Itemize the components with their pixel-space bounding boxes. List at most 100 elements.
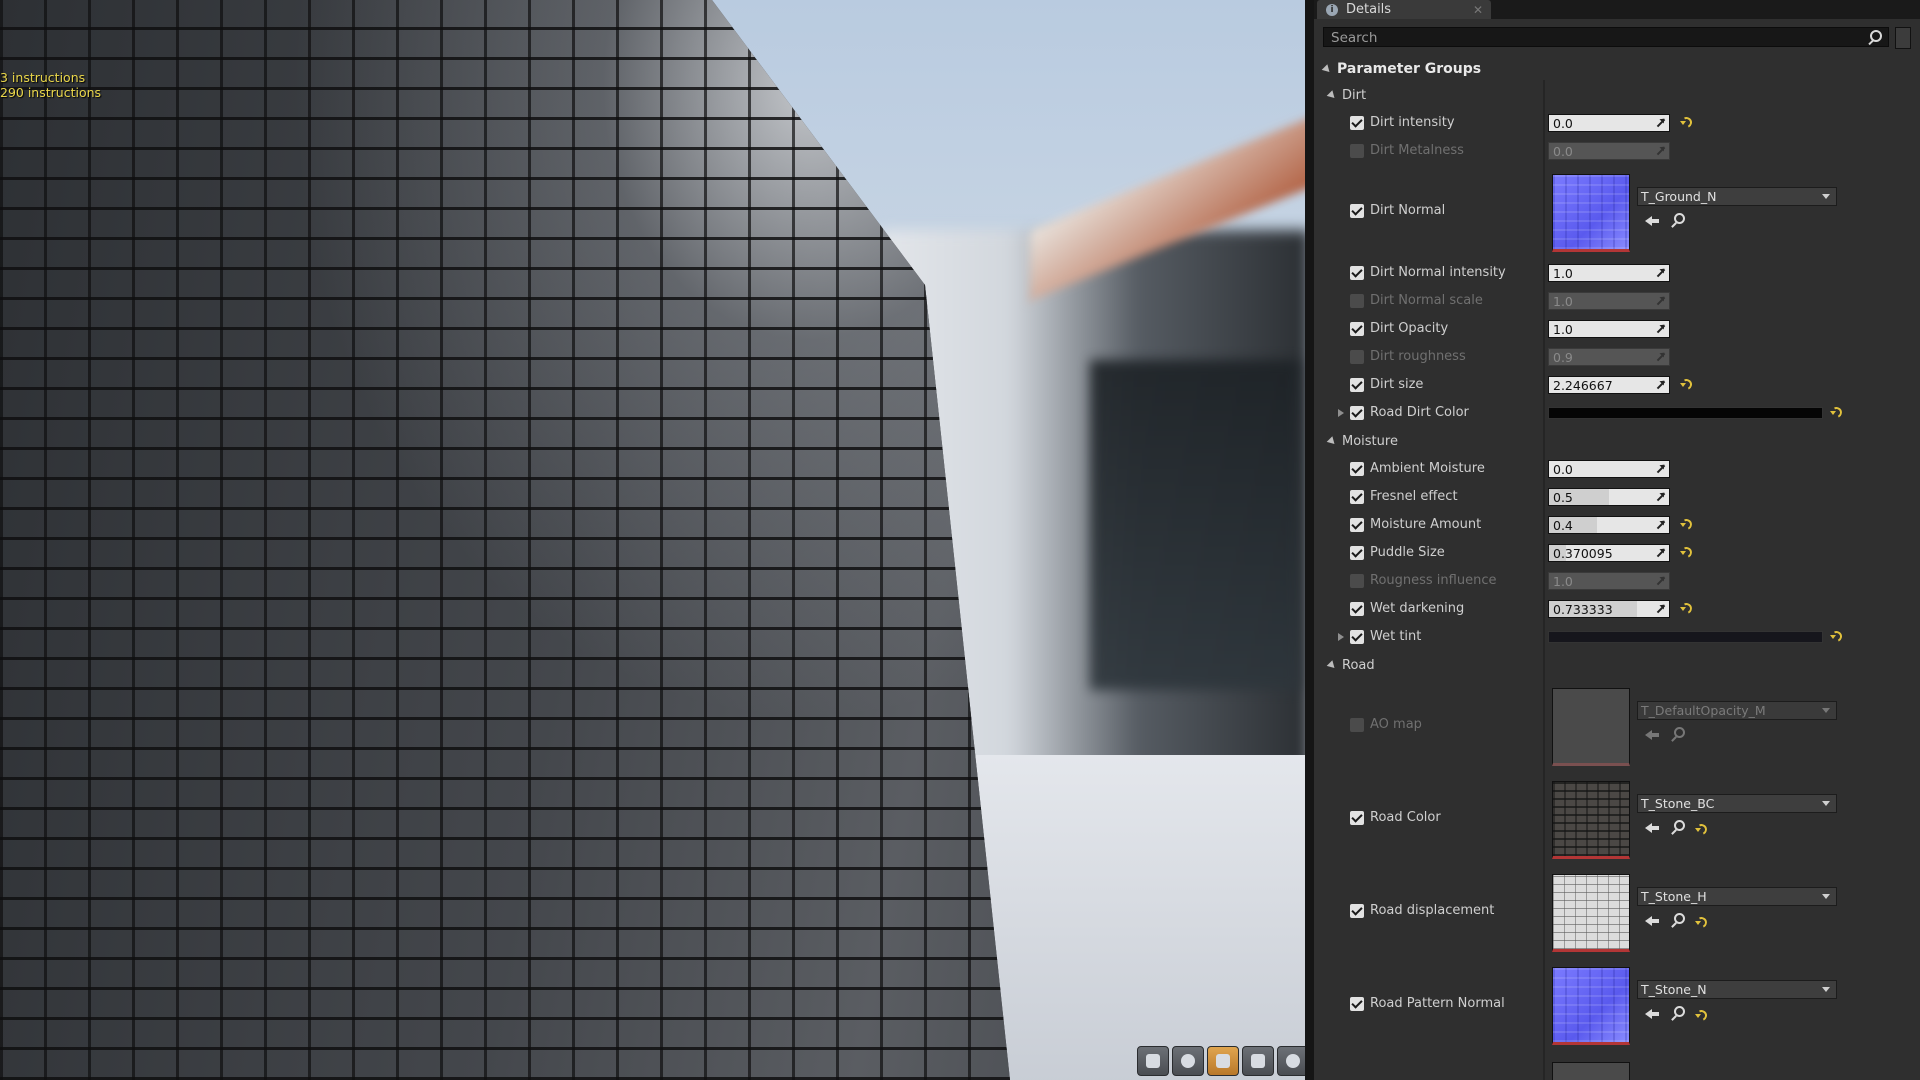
texture-thumbnail[interactable] — [1552, 174, 1630, 252]
override-checkbox[interactable] — [1350, 546, 1364, 560]
use-selected-icon[interactable] — [1645, 1007, 1659, 1019]
group-header-road[interactable]: Road — [1326, 654, 1920, 676]
group-header-dirt[interactable]: Dirt — [1326, 84, 1920, 106]
slider-drag-icon[interactable] — [1655, 575, 1667, 587]
override-checkbox[interactable] — [1350, 602, 1364, 616]
override-checkbox[interactable] — [1350, 204, 1364, 218]
expand-arrow-icon[interactable] — [1338, 409, 1344, 417]
reset-to-default-icon[interactable] — [1695, 1010, 1705, 1019]
use-selected-icon[interactable] — [1645, 914, 1659, 926]
slider-drag-icon[interactable] — [1655, 603, 1667, 615]
value-field[interactable]: 1.0 — [1548, 264, 1670, 282]
browse-asset-icon[interactable] — [1670, 913, 1685, 927]
override-checkbox[interactable] — [1350, 294, 1364, 308]
viewport[interactable]: 3 instructions 290 instructions — [0, 0, 1305, 1080]
reset-to-default-icon[interactable] — [1695, 824, 1705, 833]
override-checkbox[interactable] — [1350, 811, 1364, 825]
override-checkbox[interactable] — [1350, 378, 1364, 392]
override-checkbox[interactable] — [1350, 904, 1364, 918]
slider-drag-icon[interactable] — [1655, 145, 1667, 157]
value-field[interactable]: 1.0 — [1548, 572, 1670, 590]
sphere-icon[interactable] — [1172, 1046, 1204, 1076]
slider-drag-icon[interactable] — [1655, 519, 1667, 531]
value-field[interactable]: 1.0 — [1548, 320, 1670, 338]
value-field[interactable]: 1.0 — [1548, 292, 1670, 310]
view-options-button[interactable] — [1895, 27, 1911, 49]
asset-picker[interactable]: T_Ground_N — [1637, 187, 1837, 206]
override-checkbox[interactable] — [1350, 266, 1364, 280]
reset-to-default-icon[interactable] — [1680, 117, 1690, 126]
slider-drag-icon[interactable] — [1655, 463, 1667, 475]
texture-thumbnail[interactable] — [1552, 874, 1630, 952]
panel-splitter[interactable] — [1305, 0, 1314, 1080]
override-checkbox[interactable] — [1350, 350, 1364, 364]
expand-arrow-icon[interactable] — [1338, 633, 1344, 641]
asset-picker[interactable]: T_Stone_H — [1637, 887, 1837, 906]
texture-thumbnail[interactable] — [1552, 967, 1630, 1045]
value-field[interactable]: 0.5 — [1548, 488, 1670, 506]
use-selected-icon[interactable] — [1645, 728, 1659, 740]
search-icon[interactable] — [1866, 29, 1883, 46]
texture-thumbnail[interactable] — [1552, 781, 1630, 859]
browse-asset-icon[interactable] — [1670, 820, 1685, 834]
group-header-moisture[interactable]: Moisture — [1326, 430, 1920, 452]
slider-drag-icon[interactable] — [1655, 295, 1667, 307]
reset-to-default-icon[interactable] — [1830, 631, 1840, 640]
param-label: Dirt intensity — [1370, 115, 1455, 130]
use-selected-icon[interactable] — [1645, 821, 1659, 833]
asset-picker[interactable]: T_DefaultOpacity_M — [1637, 701, 1837, 720]
browse-asset-icon[interactable] — [1670, 727, 1685, 741]
use-selected-icon[interactable] — [1645, 214, 1659, 226]
reset-to-default-icon[interactable] — [1830, 407, 1840, 416]
slider-drag-icon[interactable] — [1655, 117, 1667, 129]
close-icon[interactable]: ✕ — [1473, 3, 1483, 17]
override-checkbox[interactable] — [1350, 574, 1364, 588]
browse-asset-icon[interactable] — [1670, 1006, 1685, 1020]
value-field[interactable]: 0.370095 — [1548, 544, 1670, 562]
override-checkbox[interactable] — [1350, 630, 1364, 644]
value-field[interactable]: 0.0 — [1548, 114, 1670, 132]
tab-details[interactable]: i Details ✕ — [1317, 0, 1491, 19]
background-ledge — [960, 755, 1305, 1080]
browse-asset-icon[interactable] — [1670, 213, 1685, 227]
value-field[interactable]: 0.0 — [1548, 142, 1670, 160]
override-checkbox[interactable] — [1350, 462, 1364, 476]
override-checkbox[interactable] — [1350, 718, 1364, 732]
texture-thumbnail[interactable] — [1552, 1062, 1630, 1080]
reset-to-default-icon[interactable] — [1680, 547, 1690, 556]
search-input[interactable]: Search — [1323, 27, 1889, 47]
color-swatch[interactable] — [1548, 407, 1823, 419]
slider-drag-icon[interactable] — [1655, 351, 1667, 363]
value-field[interactable]: 0.4 — [1548, 516, 1670, 534]
texture-thumbnail[interactable] — [1552, 688, 1630, 766]
override-checkbox[interactable] — [1350, 518, 1364, 532]
override-checkbox[interactable] — [1350, 144, 1364, 158]
slider-drag-icon[interactable] — [1655, 547, 1667, 559]
reset-to-default-icon[interactable] — [1680, 603, 1690, 612]
override-checkbox[interactable] — [1350, 322, 1364, 336]
asset-picker[interactable]: T_Stone_BC — [1637, 794, 1837, 813]
asset-picker[interactable]: T_Stone_N — [1637, 980, 1837, 999]
value-field[interactable]: 0.9 — [1548, 348, 1670, 366]
slider-drag-icon[interactable] — [1655, 267, 1667, 279]
override-checkbox[interactable] — [1350, 490, 1364, 504]
slider-drag-icon[interactable] — [1655, 379, 1667, 391]
cube-icon[interactable] — [1242, 1046, 1274, 1076]
slider-drag-icon[interactable] — [1655, 323, 1667, 335]
override-checkbox[interactable] — [1350, 997, 1364, 1011]
group-label: Moisture — [1342, 433, 1398, 449]
slider-drag-icon[interactable] — [1655, 491, 1667, 503]
reset-to-default-icon[interactable] — [1695, 917, 1705, 926]
reset-to-default-icon[interactable] — [1680, 519, 1690, 528]
value-field[interactable]: 0.0 — [1548, 460, 1670, 478]
parameter-groups-header[interactable]: Parameter Groups — [1321, 58, 1920, 80]
override-checkbox[interactable] — [1350, 116, 1364, 130]
mesh-icon[interactable] — [1277, 1046, 1305, 1076]
color-swatch[interactable] — [1548, 631, 1823, 643]
plane-icon[interactable] — [1207, 1046, 1239, 1076]
cylinder-icon[interactable] — [1137, 1046, 1169, 1076]
value-field[interactable]: 0.733333 — [1548, 600, 1670, 618]
value-field[interactable]: 2.246667 — [1548, 376, 1670, 394]
override-checkbox[interactable] — [1350, 406, 1364, 420]
reset-to-default-icon[interactable] — [1680, 379, 1690, 388]
